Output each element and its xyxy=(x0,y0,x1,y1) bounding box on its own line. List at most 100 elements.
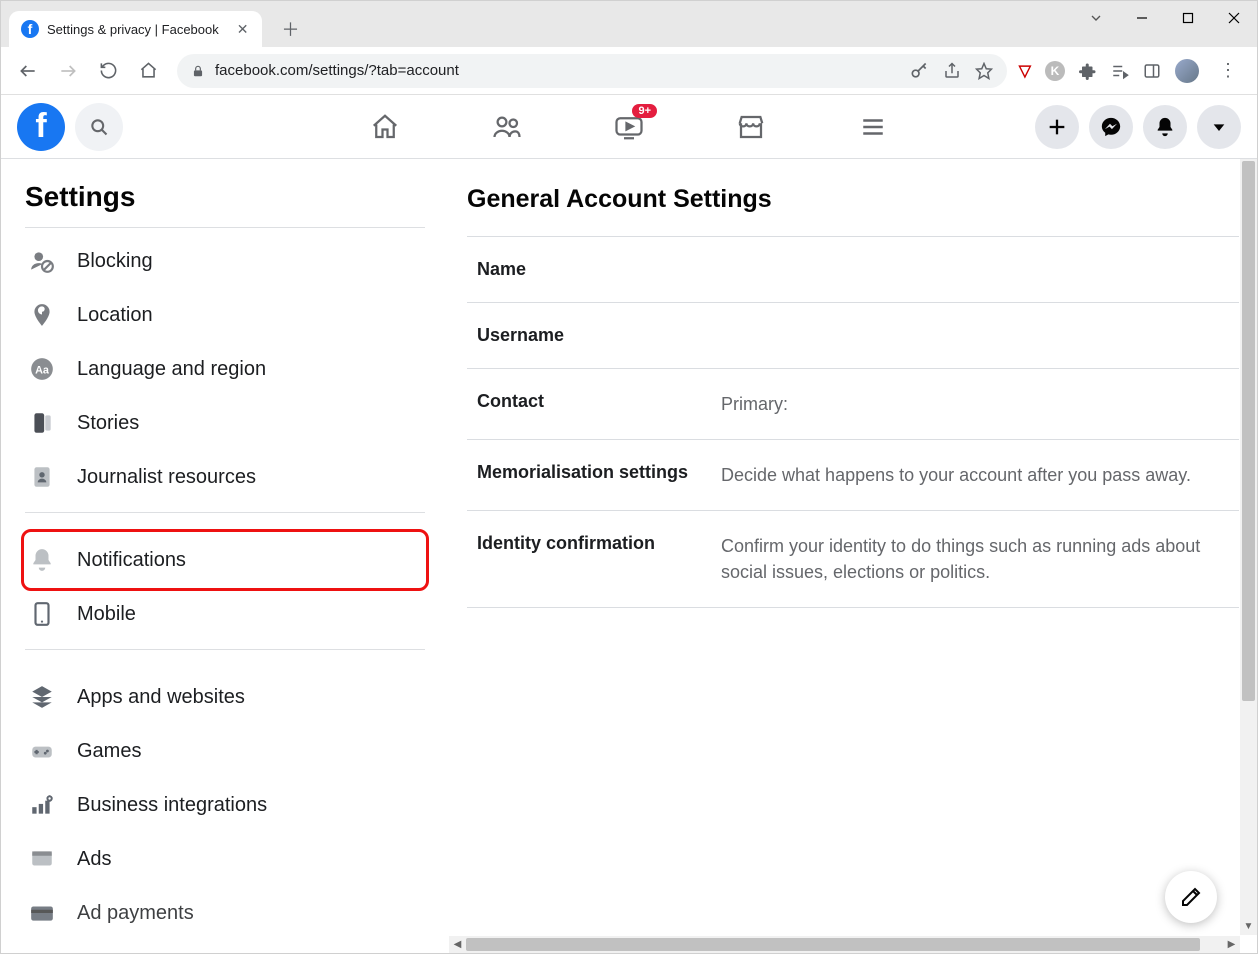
games-icon xyxy=(27,736,57,766)
sidebar-item-notifications[interactable]: Notifications xyxy=(25,533,425,587)
sidebar-item-label: Blocking xyxy=(77,250,153,273)
scroll-thumb[interactable] xyxy=(466,938,1200,951)
nav-menu-icon[interactable] xyxy=(857,114,889,140)
sidebar-item-label: Location xyxy=(77,304,153,327)
password-key-icon[interactable] xyxy=(909,61,929,81)
sidebar-item-label: Stories xyxy=(77,412,139,435)
nav-home-icon[interactable] xyxy=(369,112,401,142)
nav-marketplace-icon[interactable] xyxy=(735,112,767,142)
settings-row[interactable]: Name xyxy=(467,236,1239,302)
window-close-button[interactable] xyxy=(1211,1,1257,35)
stories-icon xyxy=(27,408,57,438)
scroll-thumb[interactable] xyxy=(1242,161,1255,701)
notifications-icon xyxy=(27,545,57,575)
tab-title: Settings & privacy | Facebook xyxy=(47,22,219,37)
settings-sidebar: Settings Blocking Location Aa Language and … xyxy=(1,159,449,953)
sidebar-item-language[interactable]: Aa Language and region xyxy=(25,342,425,396)
messenger-button[interactable] xyxy=(1089,105,1133,149)
fb-right-controls xyxy=(1035,105,1241,149)
fb-search-button[interactable] xyxy=(75,103,123,151)
sidebar-item-label: Language and region xyxy=(77,358,266,381)
url-text: facebook.com/settings/?tab=account xyxy=(215,62,459,79)
nav-friends-icon[interactable] xyxy=(491,112,523,142)
nav-watch-icon[interactable]: 9+ xyxy=(613,112,645,142)
sidebar-item-label: Ad payments xyxy=(77,902,194,925)
divider xyxy=(25,512,425,513)
settings-main: General Account Settings Name Username Con… xyxy=(449,159,1257,953)
window-minimize-button[interactable] xyxy=(1119,1,1165,35)
address-bar[interactable]: facebook.com/settings/?tab=account xyxy=(177,54,1007,88)
profile-avatar[interactable] xyxy=(1175,59,1199,83)
sidebar-item-games[interactable]: Games xyxy=(25,724,425,778)
back-button[interactable] xyxy=(11,54,45,88)
journalist-icon xyxy=(27,462,57,492)
horizontal-scrollbar[interactable]: ◀ ▶ xyxy=(449,936,1240,953)
sidebar-item-label: Mobile xyxy=(77,603,136,626)
adpay-icon xyxy=(27,898,57,928)
browser-menu-button[interactable]: ⋮ xyxy=(1213,60,1243,81)
divider xyxy=(25,649,425,650)
forward-button xyxy=(51,54,85,88)
sidebar-item-adpay[interactable]: Ad payments xyxy=(25,886,425,940)
tab-search-icon[interactable] xyxy=(1073,1,1119,35)
sidebar-item-apps[interactable]: Apps and websites xyxy=(25,670,425,724)
sidebar-item-label: Apps and websites xyxy=(77,686,245,709)
fb-logo[interactable]: f xyxy=(17,103,65,151)
account-menu-button[interactable] xyxy=(1197,105,1241,149)
main-heading: General Account Settings xyxy=(467,185,1239,214)
bookmark-star-icon[interactable] xyxy=(975,62,993,80)
svg-text:Aa: Aa xyxy=(35,364,50,376)
page-body: Settings Blocking Location Aa Language and … xyxy=(1,159,1257,953)
sidebar-item-journalist[interactable]: Journalist resources xyxy=(25,450,425,504)
extension-mcafee-icon[interactable]: ▽ xyxy=(1019,61,1031,81)
sidebar-item-stories[interactable]: Stories xyxy=(25,396,425,450)
divider xyxy=(25,227,425,228)
share-icon[interactable] xyxy=(943,62,961,80)
row-label: Username xyxy=(477,325,721,346)
media-control-icon[interactable] xyxy=(1111,62,1129,80)
scroll-left-arrow[interactable]: ◀ xyxy=(449,936,466,953)
sidebar-item-ads[interactable]: Ads xyxy=(25,832,425,886)
window-maximize-button[interactable] xyxy=(1165,1,1211,35)
row-value: Primary: xyxy=(721,391,788,417)
sidebar-item-location[interactable]: Location xyxy=(25,288,425,342)
mobile-icon xyxy=(27,599,57,629)
settings-row[interactable]: ContactPrimary: xyxy=(467,368,1239,439)
sidebar-item-business[interactable]: Business integrations xyxy=(25,778,425,832)
home-button[interactable] xyxy=(131,54,165,88)
extensions-puzzle-icon[interactable] xyxy=(1079,62,1097,80)
row-value: Confirm your identity to do things such … xyxy=(721,533,1201,585)
vertical-scrollbar[interactable]: ▲ ▼ xyxy=(1240,159,1257,935)
settings-row[interactable]: Memorialisation settingsDecide what happ… xyxy=(467,439,1239,510)
tab-close-icon[interactable]: ✕ xyxy=(237,21,249,38)
scroll-down-arrow[interactable]: ▼ xyxy=(1240,918,1257,935)
notifications-button[interactable] xyxy=(1143,105,1187,149)
scroll-right-arrow[interactable]: ▶ xyxy=(1223,936,1240,953)
settings-row[interactable]: Username xyxy=(467,302,1239,368)
reload-button[interactable] xyxy=(91,54,125,88)
compose-fab[interactable] xyxy=(1165,871,1217,923)
fb-center-nav: 9+ xyxy=(369,112,889,142)
block-icon xyxy=(27,246,57,276)
sidebar-item-label: Games xyxy=(77,740,141,763)
extension-k-icon[interactable]: K xyxy=(1045,61,1065,81)
extensions-row: ▽ K ⋮ xyxy=(1019,59,1247,83)
side-panel-icon[interactable] xyxy=(1143,62,1161,80)
sidebar-item-block[interactable]: Blocking xyxy=(25,234,425,288)
sidebar-item-label: Notifications xyxy=(77,549,186,572)
sidebar-item-label: Business integrations xyxy=(77,794,267,817)
new-tab-button[interactable]: ＋ xyxy=(276,15,304,43)
fb-header: f 9+ xyxy=(1,95,1257,159)
browser-tab[interactable]: f Settings & privacy | Facebook ✕ xyxy=(9,11,262,47)
create-button[interactable] xyxy=(1035,105,1079,149)
sidebar-item-mobile[interactable]: Mobile xyxy=(25,587,425,641)
row-label: Name xyxy=(477,259,721,280)
location-icon xyxy=(27,300,57,330)
apps-icon xyxy=(27,682,57,712)
settings-row[interactable]: Identity confirmationConfirm your identi… xyxy=(467,510,1239,608)
language-icon: Aa xyxy=(27,354,57,384)
lock-icon xyxy=(191,64,205,78)
sidebar-title: Settings xyxy=(25,181,425,213)
browser-toolbar: facebook.com/settings/?tab=account ▽ K ⋮ xyxy=(1,47,1257,95)
row-label: Memorialisation settings xyxy=(477,462,721,483)
